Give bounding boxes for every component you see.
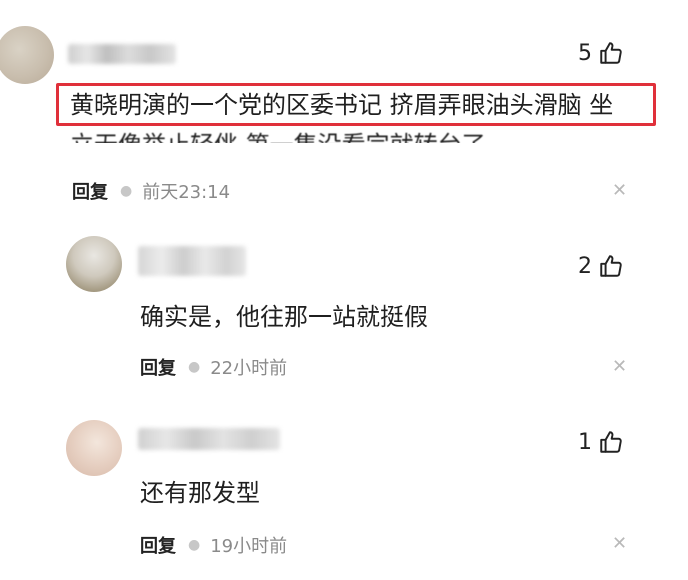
separator-dot: ● xyxy=(188,537,201,553)
like-button[interactable]: 2 xyxy=(578,253,624,279)
separator-dot: ● xyxy=(188,359,201,375)
comment-text: 确实是，他往那一站就挺假 xyxy=(140,303,428,331)
comment-text-continued: 立无像举止轻佻 第一集没看完就转台了 xyxy=(70,131,486,159)
timestamp: 前天23:14 xyxy=(142,182,231,203)
like-count: 2 xyxy=(578,253,592,279)
like-button[interactable]: 1 xyxy=(578,429,624,455)
like-count: 5 xyxy=(578,40,592,66)
comment-text: 还有那发型 xyxy=(140,479,260,507)
close-icon[interactable]: ✕ xyxy=(612,356,627,377)
reply-button[interactable]: 回复 xyxy=(72,178,108,204)
reply-button[interactable]: 回复 xyxy=(140,354,176,380)
avatar[interactable] xyxy=(66,236,122,292)
close-icon[interactable]: ✕ xyxy=(612,533,627,554)
thumbs-up-icon xyxy=(600,255,622,277)
timestamp: 22小时前 xyxy=(210,358,288,379)
comment-meta: 回复 ● 前天23:14 xyxy=(72,178,230,204)
comment-text: 黄晓明演的一个党的区委书记 挤眉弄眼油头滑脑 坐 xyxy=(70,91,614,119)
username-blurred[interactable] xyxy=(138,428,280,450)
comment-meta: 回复 ● 22小时前 xyxy=(140,354,287,380)
separator-dot: ● xyxy=(120,183,133,199)
username-blurred[interactable] xyxy=(138,246,246,276)
avatar[interactable] xyxy=(0,26,54,84)
close-icon[interactable]: ✕ xyxy=(612,180,627,201)
like-button[interactable]: 5 xyxy=(578,40,624,66)
comment-meta: 回复 ● 19小时前 xyxy=(140,532,287,558)
avatar[interactable] xyxy=(66,420,122,476)
timestamp: 19小时前 xyxy=(210,536,288,557)
thumbs-up-icon xyxy=(600,42,622,64)
reply-button[interactable]: 回复 xyxy=(140,532,176,558)
username-blurred[interactable] xyxy=(68,44,176,64)
like-count: 1 xyxy=(578,429,592,455)
thumbs-up-icon xyxy=(600,431,622,453)
